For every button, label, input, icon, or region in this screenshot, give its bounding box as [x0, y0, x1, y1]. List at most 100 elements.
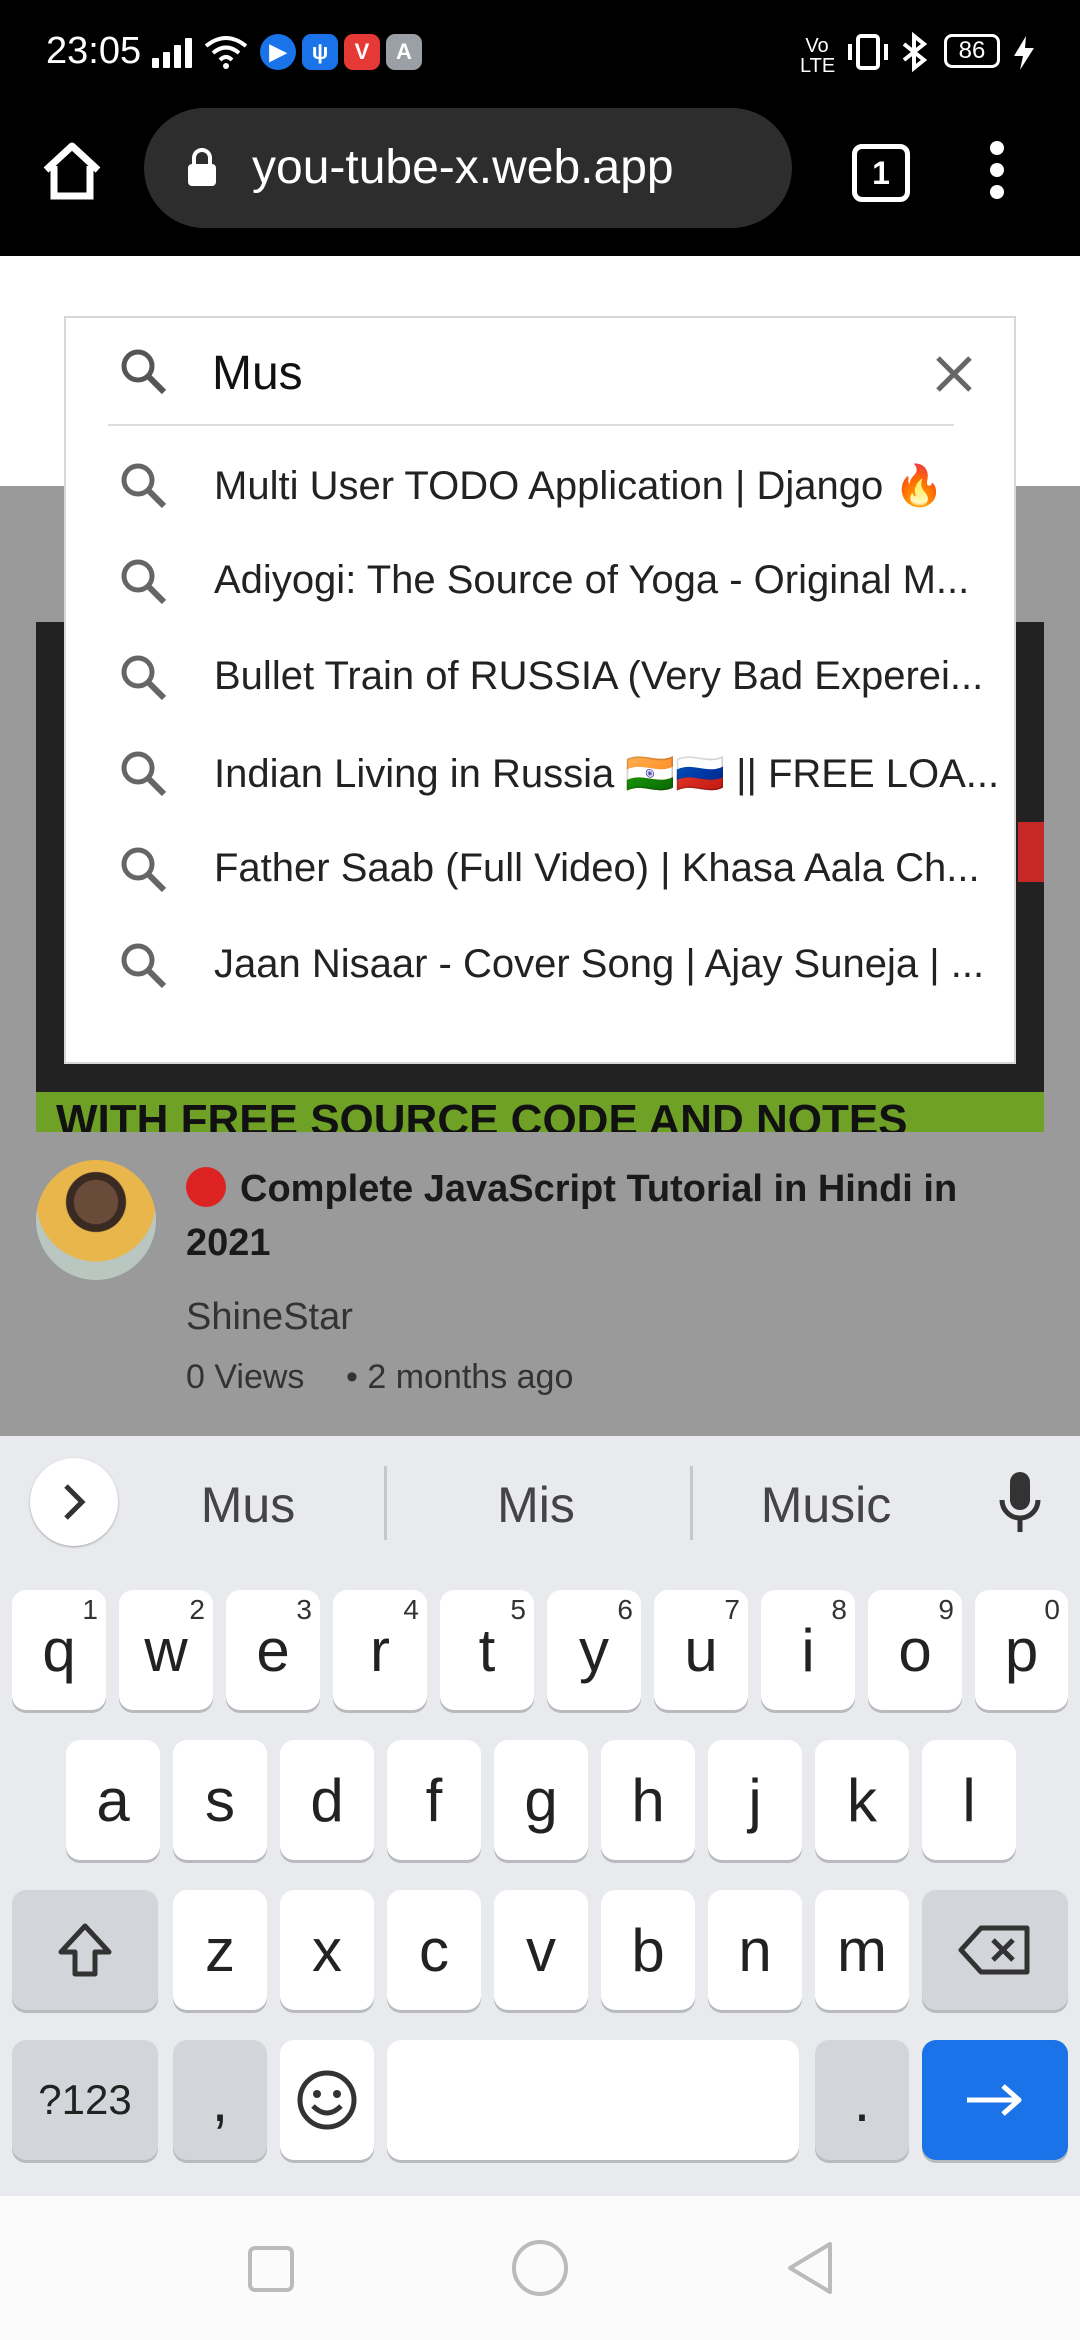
key-o[interactable]: o9	[868, 1590, 962, 1710]
key-hint: 0	[1044, 1594, 1060, 1625]
wifi-icon	[204, 36, 248, 69]
suggestion-text: Indian Living in Russia 🇮🇳🇷🇺 || FREE LOA…	[214, 752, 1000, 796]
key-hint: 4	[403, 1594, 419, 1625]
search-suggestion[interactable]: Bullet Train of RUSSIA (Very Bad Experei…	[108, 630, 1008, 726]
symbols-key[interactable]: ?123	[12, 2040, 158, 2160]
key-hint: 9	[938, 1594, 954, 1625]
emoji-key[interactable]	[280, 2040, 374, 2160]
expand-suggestions-button[interactable]	[30, 1458, 118, 1546]
tab-switcher-button[interactable]: 1	[852, 144, 910, 202]
search-suggestion[interactable]: Father Saab (Full Video) | Khasa Aala Ch…	[108, 822, 1008, 918]
search-icon	[121, 943, 167, 989]
key-label: a	[96, 1766, 130, 1834]
comma-key[interactable]: ,	[173, 2040, 267, 2160]
key-a[interactable]: a	[66, 1740, 160, 1860]
backspace-key[interactable]	[922, 1890, 1068, 2010]
chevron-right-icon	[64, 1484, 86, 1520]
live-dot-icon	[186, 1167, 226, 1207]
key-d[interactable]: d	[280, 1740, 374, 1860]
search-icon	[121, 349, 167, 395]
volte-indicator: Vo LTE	[800, 35, 836, 77]
key-label: c	[419, 1916, 449, 1984]
key-c[interactable]: c	[387, 1890, 481, 2010]
key-y[interactable]: y6	[547, 1590, 641, 1710]
search-suggestion[interactable]: Multi User TODO Application | Django 🔥	[108, 438, 1008, 534]
key-u[interactable]: u7	[654, 1590, 748, 1710]
key-e[interactable]: e3	[226, 1590, 320, 1710]
usb-icon: ψ	[302, 34, 338, 70]
arrow-right-icon	[967, 2084, 1022, 2116]
more-menu-icon[interactable]	[984, 140, 1010, 200]
key-hint: 3	[296, 1594, 312, 1625]
key-q[interactable]: q1	[12, 1590, 106, 1710]
key-n[interactable]: n	[708, 1890, 802, 2010]
back-icon[interactable]	[784, 2240, 836, 2296]
key-hint: 8	[831, 1594, 847, 1625]
key-label: w	[144, 1616, 188, 1684]
home-nav-icon[interactable]	[510, 2238, 570, 2298]
key-hint: 7	[724, 1594, 740, 1625]
channel-name[interactable]: ShineStar	[186, 1296, 353, 1339]
space-key[interactable]	[387, 2040, 799, 2160]
search-suggestion[interactable]: Indian Living in Russia 🇮🇳🇷🇺 || FREE LOA…	[108, 726, 1008, 822]
key-l[interactable]: l	[922, 1740, 1016, 1860]
key-b[interactable]: b	[601, 1890, 695, 2010]
shift-key[interactable]	[12, 1890, 158, 2010]
key-m[interactable]: m	[815, 1890, 909, 2010]
microphone-icon[interactable]	[996, 1470, 1044, 1540]
key-hint: 1	[82, 1594, 98, 1625]
suggestion-text: Bullet Train of RUSSIA (Very Bad Experei…	[214, 654, 984, 698]
key-label: s	[205, 1766, 235, 1834]
word-suggestion[interactable]: Music	[726, 1476, 926, 1534]
key-label: u	[684, 1616, 718, 1684]
search-suggestion[interactable]: Adiyogi: The Source of Yoga - Original M…	[108, 534, 1008, 630]
channel-avatar[interactable]	[36, 1160, 156, 1280]
key-k[interactable]: k	[815, 1740, 909, 1860]
key-label: g	[524, 1766, 558, 1834]
word-suggestion[interactable]: Mus	[158, 1476, 338, 1534]
key-label: f	[425, 1766, 443, 1834]
status-time: 23:05	[46, 30, 142, 72]
recents-icon[interactable]	[246, 2244, 296, 2294]
key-f[interactable]: f	[387, 1740, 481, 1860]
search-icon	[121, 559, 167, 605]
tab-count: 1	[872, 154, 890, 191]
search-suggestion[interactable]: Jaan Nisaar - Cover Song | Ajay Suneja |…	[108, 918, 1008, 1014]
video-title[interactable]: Complete JavaScript Tutorial in Hindi in…	[186, 1162, 1036, 1270]
key-t[interactable]: t5	[440, 1590, 534, 1710]
upload-age: • 2 months ago	[346, 1358, 574, 1396]
status-bar: 23:05 ▶ ψ V A Vo LTE 86	[0, 0, 1080, 106]
key-p[interactable]: p0	[975, 1590, 1068, 1710]
period-key[interactable]: .	[815, 2040, 909, 2160]
search-icon	[121, 751, 167, 797]
key-label: k	[847, 1766, 877, 1834]
key-r[interactable]: r4	[333, 1590, 427, 1710]
key-z[interactable]: z	[173, 1890, 267, 2010]
key-w[interactable]: w2	[119, 1590, 213, 1710]
clear-search-icon[interactable]	[934, 354, 974, 394]
suggestion-text: Jaan Nisaar - Cover Song | Ajay Suneja |…	[214, 942, 985, 986]
suggestion-divider	[384, 1466, 387, 1540]
key-i[interactable]: i8	[761, 1590, 855, 1710]
key-hint: 5	[510, 1594, 526, 1625]
key-v[interactable]: v	[494, 1890, 588, 2010]
suggestion-text: Multi User TODO Application | Django 🔥	[214, 464, 945, 508]
key-g[interactable]: g	[494, 1740, 588, 1860]
search-input[interactable]	[212, 338, 912, 408]
key-label: q	[42, 1616, 76, 1684]
key-label: b	[631, 1916, 665, 1984]
key-j[interactable]: j	[708, 1740, 802, 1860]
vibrate-icon	[848, 34, 888, 70]
emoji-icon	[297, 2070, 357, 2130]
url-text: you-tube-x.web.app	[252, 141, 674, 194]
key-x[interactable]: x	[280, 1890, 374, 2010]
search-icon	[121, 847, 167, 893]
enter-key[interactable]	[922, 2040, 1068, 2160]
key-h[interactable]: h	[601, 1740, 695, 1860]
key-label: p	[1004, 1616, 1039, 1684]
key-s[interactable]: s	[173, 1740, 267, 1860]
home-icon[interactable]	[40, 140, 104, 202]
word-suggestion[interactable]: Mis	[446, 1476, 626, 1534]
search-icon	[121, 463, 167, 509]
key-label: x	[312, 1916, 342, 1984]
